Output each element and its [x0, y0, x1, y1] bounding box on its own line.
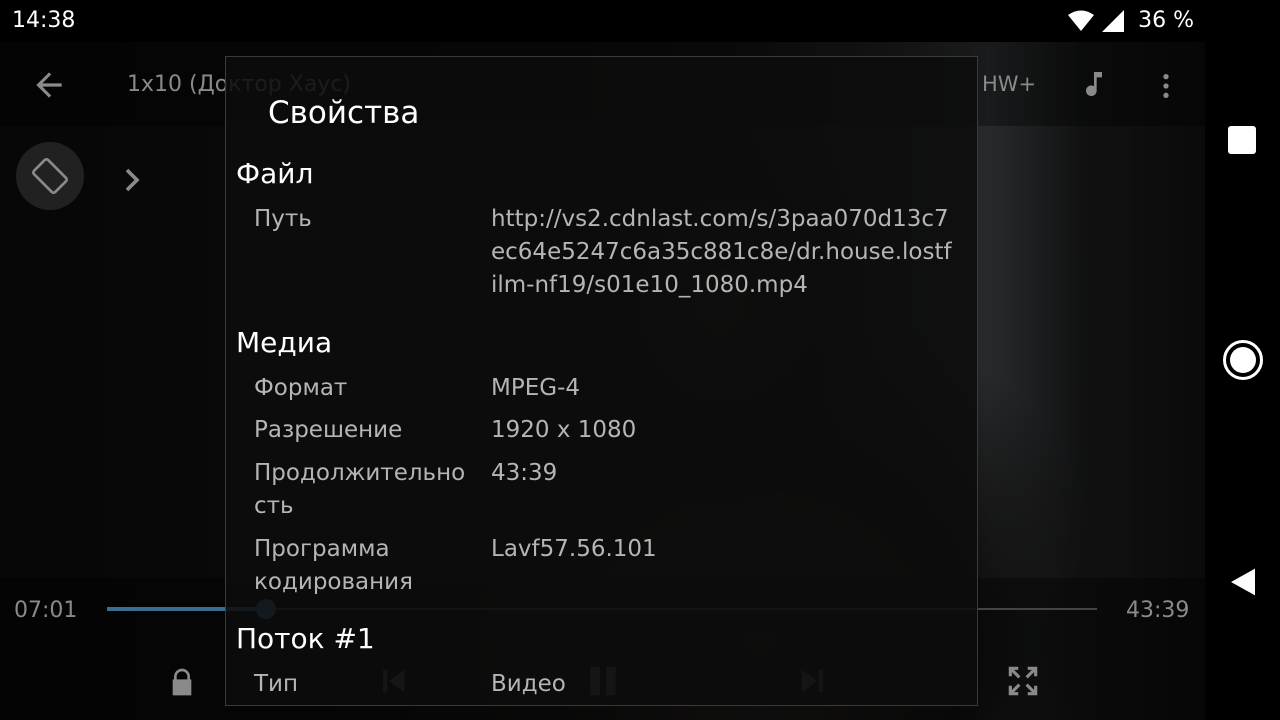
lock-icon[interactable]: [166, 664, 198, 700]
chevron-right-icon[interactable]: [112, 160, 152, 200]
section-stream-header: Поток #1: [236, 622, 375, 655]
property-value-type: Видео: [491, 671, 566, 697]
property-key-format: Формат: [254, 375, 348, 401]
music-note-icon[interactable]: [1078, 64, 1110, 104]
property-key-resolution: Разрешение: [254, 417, 403, 443]
signal-icon: [1102, 9, 1125, 32]
status-indicators: 36 %: [1068, 8, 1194, 33]
system-nav-bar: [1205, 42, 1280, 720]
status-bar: 14:38 36 %: [0, 0, 1280, 42]
fullscreen-icon[interactable]: [1004, 662, 1042, 700]
arrow-back-icon[interactable]: [30, 66, 68, 104]
property-value-encoder: Lavf57.56.101: [491, 536, 657, 562]
status-time: 14:38: [12, 8, 76, 33]
property-value-format: MPEG-4: [491, 375, 581, 401]
current-time: 07:01: [14, 598, 78, 623]
recent-apps-icon[interactable]: [1228, 126, 1256, 154]
property-key-encoder: Программа кодирования: [254, 536, 413, 595]
nav-back-icon[interactable]: [1227, 566, 1259, 598]
property-key-duration: Продолжительность: [254, 460, 466, 519]
dialog-title: Свойства: [268, 95, 420, 131]
total-time: 43:39: [1126, 598, 1190, 623]
screen-rotation-button[interactable]: [16, 142, 84, 210]
wifi-icon: [1068, 10, 1095, 31]
decoder-toggle[interactable]: HW+: [982, 72, 1036, 96]
section-file-header: Файл: [236, 157, 314, 190]
battery-percent: 36 %: [1138, 8, 1194, 33]
more-vert-icon[interactable]: [1150, 66, 1182, 106]
property-value-resolution: 1920 x 1080: [491, 417, 637, 443]
home-icon[interactable]: [1223, 340, 1263, 380]
property-value-path: http://vs2.cdnlast.com/s/3paa070d13c7ec6…: [491, 206, 952, 298]
property-value-duration: 43:39: [491, 460, 558, 486]
property-key-type: Тип: [254, 671, 299, 697]
properties-dialog: Свойства Файл Путь http://vs2.cdnlast.co…: [225, 56, 978, 706]
section-media-header: Медиа: [236, 326, 333, 359]
screen-rotation-icon: [32, 158, 68, 194]
property-key-path: Путь: [254, 206, 312, 232]
